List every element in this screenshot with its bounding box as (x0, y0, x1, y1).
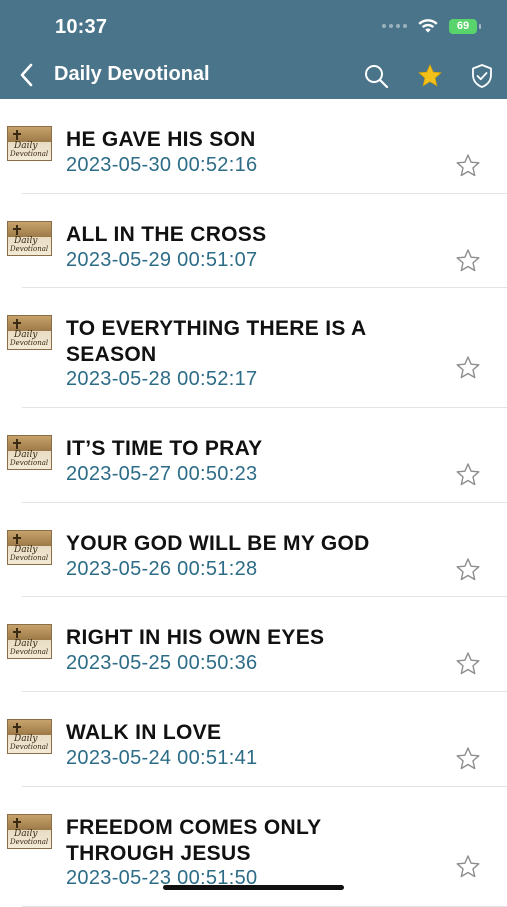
favorite-star-icon[interactable] (454, 461, 482, 489)
favorite-star-icon[interactable] (454, 853, 482, 881)
thumbnail-text-devotional: Devotional (10, 459, 49, 468)
favorite-star-icon[interactable] (454, 650, 482, 678)
thumbnail-text-devotional: Devotional (10, 150, 49, 158)
devotional-thumbnail: Daily Devotional (7, 315, 52, 351)
back-chevron-icon[interactable] (16, 61, 38, 89)
item-date: 2023-05-28 00:52:17 (66, 368, 258, 391)
star-filled-icon[interactable] (416, 62, 444, 90)
thumbnail-text-devotional: Devotional (10, 244, 49, 253)
item-title: YOUR GOD WILL BE MY GOD (66, 531, 370, 555)
item-title: FREEDOM COMES ONLY THROUGH JESUS (66, 815, 322, 865)
devotional-list: Daily Devotional HE GAVE HIS SON 2023-05-30… (0, 99, 507, 907)
navigation-bar: Daily Devotional (0, 52, 507, 98)
search-icon[interactable] (362, 62, 390, 90)
list-item[interactable]: Daily Devotional RIGHT IN HIS OWN EYES 2023… (0, 597, 507, 692)
item-title: IT’S TIME TO PRAY (66, 437, 263, 461)
item-date: 2023-05-30 00:52:16 (66, 154, 258, 176)
favorite-star-icon[interactable] (454, 247, 482, 275)
devotional-thumbnail: Daily Devotional (7, 718, 52, 754)
battery-level: 69 (456, 19, 470, 32)
devotional-thumbnail: Daily Devotional (7, 220, 52, 256)
devotional-thumbnail: Daily Devotional (7, 624, 52, 660)
item-title: HE GAVE HIS SON (66, 128, 256, 151)
devotional-thumbnail: Daily Devotional (7, 529, 52, 565)
devotional-thumbnail: Daily Devotional (7, 126, 52, 161)
wifi-icon (418, 19, 438, 33)
item-title: WALK IN LOVE (66, 720, 222, 744)
home-indicator[interactable] (163, 885, 344, 890)
item-date: 2023-05-27 00:50:23 (66, 463, 258, 486)
shield-check-icon[interactable] (468, 62, 496, 90)
header-bar: 10:37 69 Daily Devotional (0, 0, 507, 99)
cellular-signal-icon (382, 24, 407, 28)
item-date: 2023-05-26 00:51:28 (66, 557, 258, 580)
item-title: ALL IN THE CROSS (66, 222, 267, 246)
item-date: 2023-05-25 00:50:36 (66, 652, 258, 675)
battery-icon: 69 (449, 18, 481, 34)
devotional-thumbnail: Daily Devotional (7, 813, 52, 849)
thumbnail-text-devotional: Devotional (10, 837, 49, 846)
item-title: RIGHT IN HIS OWN EYES (66, 626, 325, 650)
favorite-star-icon[interactable] (454, 556, 482, 584)
list-item[interactable]: Daily Devotional IT’S TIME TO PRAY 2023-05-… (0, 408, 507, 503)
divider (22, 905, 507, 907)
thumbnail-text-devotional: Devotional (10, 553, 49, 562)
item-title: TO EVERYTHING THERE IS A SEASON (66, 317, 366, 367)
favorite-star-icon[interactable] (454, 354, 482, 382)
thumbnail-text-devotional: Devotional (10, 648, 49, 657)
thumbnail-text-devotional: Devotional (10, 339, 49, 348)
list-item[interactable]: Daily Devotional HE GAVE HIS SON 2023-05-30… (0, 99, 507, 194)
favorite-star-icon[interactable] (454, 152, 482, 180)
status-indicators: 69 (382, 18, 481, 34)
page-title: Daily Devotional (54, 63, 210, 85)
list-item[interactable]: Daily Devotional WALK IN LOVE 2023-05-24 00… (0, 692, 507, 787)
favorite-star-icon[interactable] (454, 745, 482, 773)
status-time: 10:37 (55, 16, 108, 38)
list-item[interactable]: Daily Devotional TO EVERYTHING THERE IS A … (0, 288, 507, 409)
list-item[interactable]: Daily Devotional ALL IN THE CROSS 2023-05-2… (0, 194, 507, 289)
devotional-thumbnail: Daily Devotional (7, 435, 52, 471)
list-item[interactable]: Daily Devotional YOUR GOD WILL BE MY GOD 20… (0, 503, 507, 598)
thumbnail-text-devotional: Devotional (10, 742, 49, 751)
item-date: 2023-05-24 00:51:41 (66, 746, 258, 769)
item-date: 2023-05-29 00:51:07 (66, 248, 258, 271)
